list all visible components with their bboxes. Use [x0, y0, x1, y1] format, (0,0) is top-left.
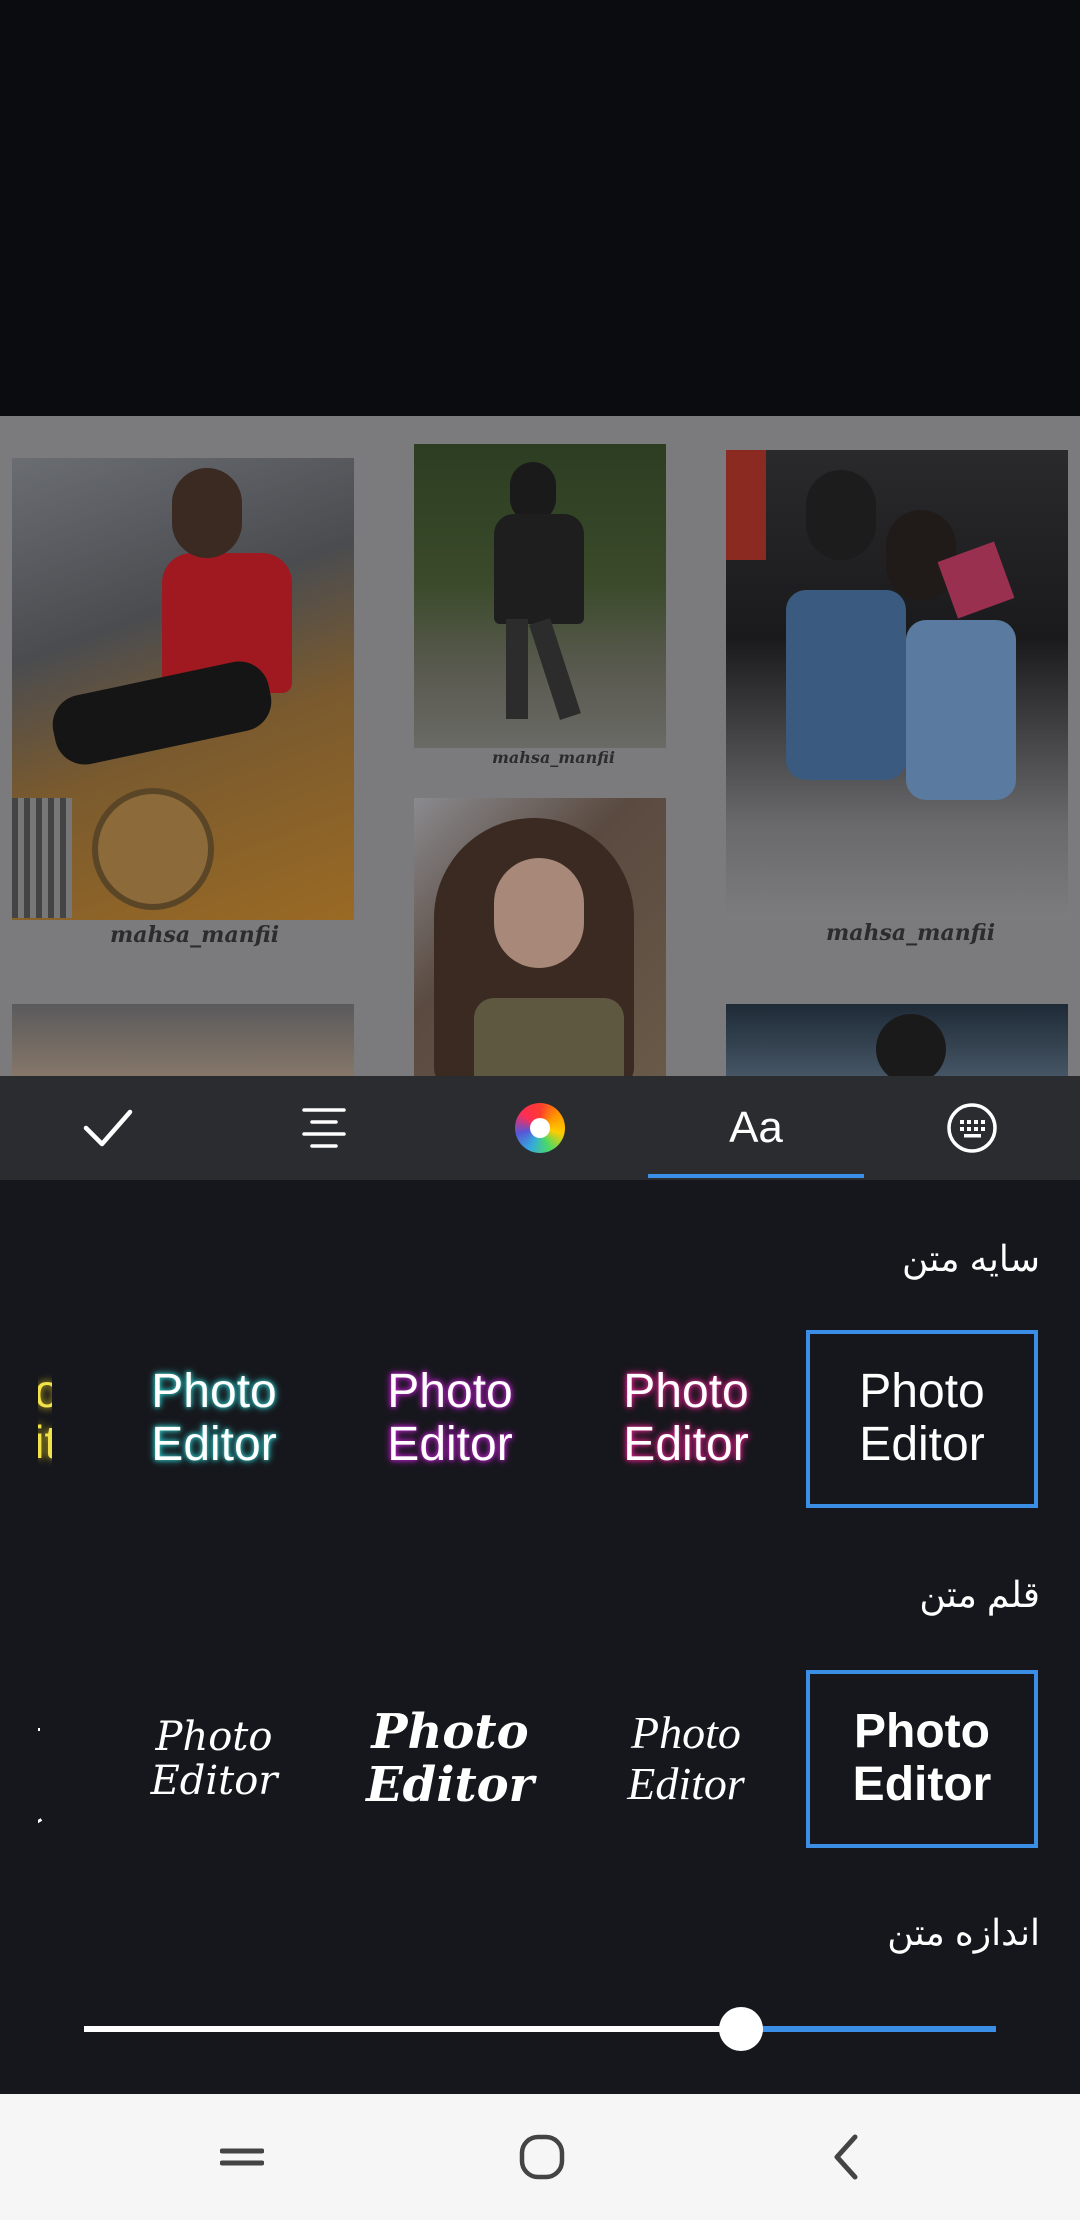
- collage-caption-1: mahsa_manfii: [110, 922, 280, 948]
- shadow-style-pink-line2: Editor: [623, 1418, 749, 1471]
- editor-toolbar: Aa: [0, 1076, 1080, 1180]
- collage-photo-2: [414, 444, 666, 748]
- collage-caption-3: mahsa_manfii: [826, 920, 996, 946]
- shadow-style-cyan[interactable]: Photo Editor: [98, 1330, 330, 1508]
- collage-photo-3: [726, 450, 1068, 920]
- keyboard-button[interactable]: [864, 1076, 1080, 1180]
- color-button[interactable]: [432, 1076, 648, 1180]
- home-icon: [519, 2134, 565, 2180]
- shadow-style-pink[interactable]: Photo Editor: [570, 1330, 802, 1508]
- shadow-style-purple-line2: Editor: [387, 1418, 513, 1471]
- preview-top-area: [0, 0, 1080, 416]
- text-size-slider-thumb[interactable]: [718, 2007, 763, 2051]
- collage-photo-6: [726, 1004, 1068, 1076]
- font-button[interactable]: Aa: [648, 1076, 864, 1180]
- font-style-script-bold-line2: Editor: [366, 1757, 534, 1813]
- font-style-script-hand-line2: Editor: [627, 1758, 745, 1809]
- font-style-script-thin-text: Photo Editor: [150, 1714, 278, 1804]
- color-wheel-icon: [515, 1103, 565, 1153]
- font-style-sans-bold-line1: Photo: [854, 1705, 990, 1759]
- font-style-sans-bold[interactable]: Photo Editor: [806, 1670, 1038, 1848]
- collage-photo-4: [12, 1004, 354, 1076]
- system-nav-bar: [0, 2094, 1080, 2220]
- font-style-script-thin[interactable]: Photo Editor: [98, 1670, 330, 1848]
- shadow-style-none-line2: Editor: [859, 1418, 985, 1471]
- shadow-section-title: سایه متن: [901, 1238, 1040, 1279]
- recent-apps-icon: [220, 2148, 264, 2166]
- font-style-sans-bold-line2: Editor: [852, 1758, 992, 1811]
- check-icon: [83, 1109, 133, 1147]
- font-style-script-bold-line1: Photo: [371, 1704, 529, 1761]
- shadow-style-purple-line1: Photo: [387, 1365, 513, 1419]
- collage-photo-5: [414, 798, 666, 1076]
- size-section-title: اندازه متن: [887, 1912, 1040, 1953]
- home-button[interactable]: [482, 2094, 602, 2220]
- font-style-script-hand[interactable]: Photo Editor: [570, 1670, 802, 1848]
- confirm-button[interactable]: [0, 1076, 216, 1180]
- font-style-partial[interactable]: [38, 1670, 52, 1848]
- shadow-style-cyan-line1: Photo: [151, 1365, 277, 1419]
- font-icon: Aa: [729, 1103, 783, 1152]
- font-section-title: قلم متن: [919, 1574, 1040, 1615]
- collage-photo-1: [12, 458, 354, 920]
- text-style-panel: [0, 1180, 1080, 2094]
- active-tab-indicator: [648, 1174, 864, 1178]
- align-button[interactable]: [216, 1076, 432, 1180]
- shadow-style-pink-line1: Photo: [623, 1365, 749, 1419]
- font-style-script-bold[interactable]: Photo Editor: [334, 1670, 566, 1848]
- shadow-style-partial[interactable]: PhotoEditor: [38, 1330, 52, 1508]
- align-center-icon: [302, 1108, 346, 1148]
- shadow-style-purple[interactable]: Photo Editor: [334, 1330, 566, 1508]
- shadow-style-cyan-line2: Editor: [151, 1418, 277, 1471]
- shadow-style-none-line1: Photo: [859, 1365, 985, 1419]
- back-icon: [834, 2134, 858, 2180]
- text-size-slider-fill: [84, 2026, 741, 2032]
- back-button[interactable]: [786, 2094, 906, 2220]
- photo-canvas[interactable]: mahsa_manfii mahsa_manfii mahsa_manfii: [0, 416, 1080, 1076]
- recent-apps-button[interactable]: [182, 2094, 302, 2220]
- shadow-style-none[interactable]: Photo Editor: [806, 1330, 1038, 1508]
- keyboard-icon: [947, 1103, 997, 1153]
- collage-caption-2: mahsa_manfii: [492, 748, 615, 767]
- font-style-script-hand-line1: Photo: [631, 1707, 741, 1759]
